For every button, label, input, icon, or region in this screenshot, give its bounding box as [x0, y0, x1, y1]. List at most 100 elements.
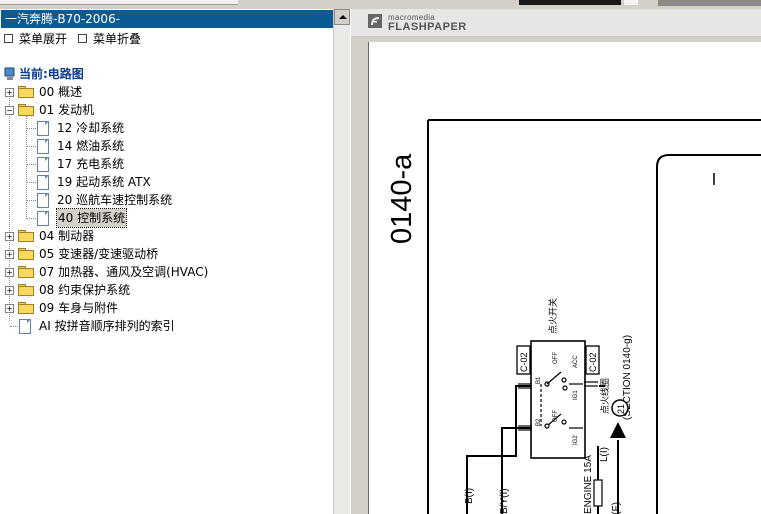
tree-item-label: 12 冷却系统: [57, 121, 125, 135]
viewer-header: macromedia FLASHPAPER: [351, 9, 761, 37]
top-strip-segment: [624, 0, 638, 5]
tree-item-label: 00 概述: [39, 85, 83, 99]
document-icon: [37, 139, 49, 154]
tree-item-label: 20 巡航车速控制系统: [57, 193, 173, 207]
tree-item-17[interactable]: 17 充电系统: [0, 155, 330, 173]
scroll-up-arrow-icon[interactable]: [334, 9, 350, 25]
tree-item-label: 09 车身与附件: [39, 301, 119, 315]
tree-item-08[interactable]: + 08 约束保护系统: [0, 281, 330, 299]
collapse-icon: [78, 34, 87, 43]
folder-open-icon: [18, 104, 34, 116]
expand-toggle-icon[interactable]: +: [5, 250, 14, 259]
document-icon: [37, 211, 49, 226]
collapse-all-button[interactable]: 菜单折叠: [78, 31, 141, 47]
folder-icon: [18, 284, 34, 296]
top-strip-segment: [519, 0, 621, 5]
tree-item-label: 07 加热器、通风及空调(HVAC): [39, 265, 209, 279]
collapse-toggle-icon[interactable]: −: [5, 106, 14, 115]
current-location-label: 当前:电路图: [19, 67, 84, 81]
tree-item-14[interactable]: 14 燃油系统: [0, 137, 330, 155]
tree-item-label: 05 变速器/变速驱动桥: [39, 247, 159, 261]
tree-item-label: 19 起动系统 ATX: [57, 175, 151, 189]
brand-large-text: FLASHPAPER: [388, 21, 467, 33]
tree-item-07[interactable]: + 07 加热器、通风及空调(HVAC): [0, 263, 330, 281]
expand-toggle-icon[interactable]: +: [5, 232, 14, 241]
vertical-scrollbar[interactable]: [333, 9, 350, 514]
ref-text: 点火线圈: [599, 378, 610, 414]
app-title: 一汽奔腾-B70-2006-: [5, 12, 121, 26]
tree-item-ai[interactable]: AI 按拼音顺序排列的索引: [0, 317, 330, 335]
tree-item-label: 01 发动机: [39, 103, 95, 117]
tree-item-40[interactable]: 40 控制系统: [0, 208, 330, 228]
tree-line: [27, 128, 36, 129]
tree-item-19[interactable]: 19 起动系统 ATX: [0, 173, 330, 191]
fuse-label: ENGINE 15A: [583, 455, 594, 514]
wire-label-rf: R(F): [611, 502, 622, 514]
document-icon: [19, 319, 31, 334]
document-icon: [37, 193, 49, 208]
pin-b1: B1: [536, 376, 542, 384]
connector-right: C-02: [588, 352, 598, 372]
tree-line: [27, 146, 36, 147]
connector-left: C-02: [519, 352, 529, 372]
ref-circle-number: 21: [616, 404, 626, 414]
top-strip-segment: [0, 0, 238, 5]
folder-icon: [18, 302, 34, 314]
folder-icon: [18, 248, 34, 260]
app-title-bar: 一汽奔腾-B70-2006-: [1, 10, 335, 28]
tree-item-05[interactable]: + 05 变速器/变速驱动桥: [0, 245, 330, 263]
expand-all-label: 菜单展开: [19, 32, 68, 46]
tree-item-label: 04 制动器: [39, 229, 95, 243]
wire-label-b: B(I): [464, 488, 475, 504]
tree-item-09[interactable]: + 09 车身与附件: [0, 299, 330, 317]
tree-item-20[interactable]: 20 巡航车速控制系统: [0, 191, 330, 209]
expand-all-button[interactable]: 菜单展开: [4, 31, 67, 47]
tree-item-04[interactable]: + 04 制动器: [0, 227, 330, 245]
folder-icon: [18, 266, 34, 278]
page-code: 0140-a: [386, 153, 418, 244]
top-strip-segment: [658, 0, 761, 6]
tree-line: [10, 326, 18, 327]
fuse-body: [593, 479, 603, 507]
tree-item-label: AI 按拼音顺序排列的索引: [39, 319, 175, 333]
navigation-pane: 一汽奔腾-B70-2006- 菜单展开 菜单折叠 当前:电路图 + 00 概述: [0, 9, 350, 514]
document-icon: [37, 121, 49, 136]
arrow-up-icon: [610, 422, 626, 438]
switch-label: 点火开关: [547, 298, 558, 334]
tree-item-label: 08 约束保护系统: [39, 283, 131, 297]
tree-line: [27, 200, 36, 201]
wire-label-by: B/Y(I): [499, 488, 510, 514]
wiring-diagram: 0140-a 点火开关 C-02 C-02 OFF ACC B1 IG1 B2 …: [386, 119, 761, 514]
tree-item-label-selected: 40 控制系统: [55, 208, 128, 228]
frame-line: [656, 154, 761, 514]
tree-item-label: 17 充电系统: [57, 157, 125, 171]
tree-item-label: 14 燃油系统: [57, 139, 125, 153]
menu-row: 菜单展开 菜单折叠: [0, 31, 330, 47]
computer-icon: [4, 67, 15, 80]
document-page[interactable]: 0140-a 点火开关 C-02 C-02 OFF ACC B1 IG1 B2 …: [368, 42, 761, 514]
top-strip: [0, 0, 761, 9]
expand-toggle-icon[interactable]: +: [5, 268, 14, 277]
folder-icon: [18, 230, 34, 242]
pin-ig2: IG2: [573, 435, 579, 445]
tree-item-01[interactable]: − 01 发动机: [0, 101, 330, 119]
flashpaper-logo-icon: [368, 14, 382, 28]
pin-ig1: IG1: [573, 390, 579, 400]
tree-item-12[interactable]: 12 冷却系统: [0, 119, 330, 137]
document-icon: [37, 157, 49, 172]
tree-line: [27, 218, 36, 219]
expand-toggle-icon[interactable]: +: [5, 286, 14, 295]
collapse-all-label: 菜单折叠: [93, 32, 142, 46]
tree-item-00[interactable]: + 00 概述: [0, 83, 330, 101]
document-icon: [37, 175, 49, 190]
wire-label-l: L(I): [599, 447, 610, 462]
tree-line: [27, 182, 36, 183]
expand-icon: [4, 34, 13, 43]
document-viewer: macromedia FLASHPAPER 0140-a 点火开关 C-02 C…: [351, 9, 761, 514]
folder-icon: [18, 86, 34, 98]
switch-pos-off: OFF: [553, 352, 559, 364]
expand-toggle-icon[interactable]: +: [5, 88, 14, 97]
switch-pos-acc: ACC: [573, 355, 579, 368]
expand-toggle-icon[interactable]: +: [5, 304, 14, 313]
tree-line: [27, 164, 36, 165]
